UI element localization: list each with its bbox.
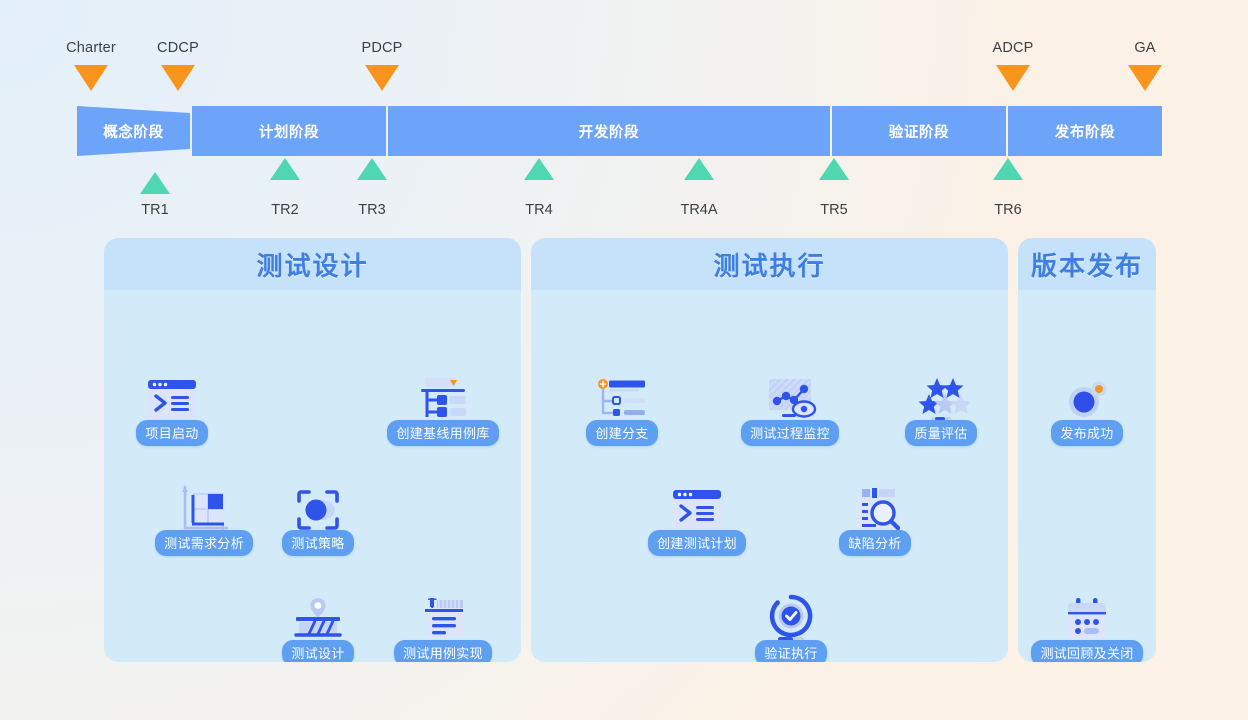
milestone-marker-triangle [996,65,1030,91]
activity-item[interactable]: 测试策略 [243,482,393,556]
phase-segment[interactable]: 开发阶段 [388,106,830,156]
activity-panel: 测试执行 创建分支 测试过程监控 质量评估 创建测试计划 缺陷分析 验证执行 [531,238,1008,662]
activity-item-label: 验证执行 [755,640,827,662]
panel-header: 测试执行 [531,238,1008,290]
activity-panel: 测试设计 项目启动 创建基线用例库 测试需求分析 测试策略 测试设计 T 测试用… [104,238,521,662]
phase-segment[interactable]: 发布阶段 [1008,106,1162,156]
activity-item-label: 测试设计 [282,640,354,662]
review-label: TR2 [271,202,299,218]
activity-item-label: 缺陷分析 [839,530,911,556]
activity-panel: 版本发布 发布成功 测试回顾及关闭 [1018,238,1156,662]
milestone-marker-triangle [74,65,108,91]
activity-item[interactable]: 缺陷分析 [800,482,950,556]
review-marker-triangle [270,158,300,180]
activity-item[interactable]: 创建分支 [547,372,697,446]
review-label: TR3 [358,202,386,218]
milestone-label: PDCP [361,40,403,56]
milestone-label: GA [1134,40,1156,56]
milestone-label: Charter [66,40,116,56]
phase-segment-label: 概念阶段 [103,124,164,141]
activity-item-label: 发布成功 [1051,420,1123,446]
phase-segment[interactable]: 验证阶段 [832,106,1006,156]
milestone-marker-triangle [1128,65,1162,91]
phase-segment-label: 计划阶段 [258,124,320,141]
panel-header: 测试设计 [104,238,521,290]
timeline-section: Charter CDCP PDCP ADCP GA 概念阶段 计划阶段 开发阶段 验证阶段 发布… [0,0,1248,228]
milestone-label: ADCP [992,40,1034,56]
review-marker-triangle [819,158,849,180]
activity-item-label: 测试需求分析 [155,530,253,556]
milestone-label: CDCP [157,40,199,56]
activity-item-label: 创建基线用例库 [387,420,499,446]
activity-item-label: 测试用例实现 [394,640,492,662]
review-label: TR6 [994,202,1022,218]
activity-item[interactable]: 创建基线用例库 [368,372,518,446]
activity-item[interactable]: 质量评估 [866,372,1008,446]
activity-item[interactable]: 验证执行 [716,592,866,662]
activity-item[interactable]: 测试过程监控 [715,372,865,446]
activity-item-label: 项目启动 [136,420,208,446]
activity-item-label: 创建测试计划 [648,530,746,556]
activity-item[interactable]: 项目启动 [104,372,247,446]
svg-text:T: T [428,595,437,611]
review-marker-triangle [357,158,387,180]
phase-segment[interactable]: 计划阶段 [192,106,386,156]
activity-item[interactable]: 发布成功 [1018,372,1156,446]
phase-segment-label: 开发阶段 [578,124,640,141]
process-timeline-infographic: Charter CDCP PDCP ADCP GA 概念阶段 计划阶段 开发阶段 验证阶段 发布… [0,0,1248,720]
review-label: TR1 [141,202,169,218]
milestone-marker-triangle [161,65,195,91]
activity-item[interactable]: T 测试用例实现 [368,592,518,662]
milestone-marker-triangle [365,65,399,91]
panel-title: 测试设计 [256,250,369,281]
panel-title: 版本发布 [1030,250,1143,281]
activity-item[interactable]: 创建测试计划 [622,482,772,556]
panel-body: 项目启动 创建基线用例库 测试需求分析 测试策略 测试设计 T 测试用例实现 [104,290,521,662]
review-label: TR4 [525,202,553,218]
panel-title: 测试执行 [713,250,826,281]
panel-body: 创建分支 测试过程监控 质量评估 创建测试计划 缺陷分析 验证执行 [531,290,1008,662]
review-marker-triangle [684,158,714,180]
activity-item-label: 测试回顾及关闭 [1031,640,1143,662]
activity-item-label: 测试过程监控 [741,420,839,446]
review-marker-triangle [140,172,170,194]
panel-body: 发布成功 测试回顾及关闭 [1018,290,1156,662]
phase-segment-label: 发布阶段 [1054,124,1116,141]
activity-item-label: 测试策略 [282,530,354,556]
activity-item-label: 质量评估 [905,420,977,446]
review-label: TR5 [820,202,848,218]
review-label: TR4A [680,202,718,218]
phase-segment[interactable]: 概念阶段 [77,106,190,156]
review-marker-triangle [524,158,554,180]
activity-item[interactable]: 测试回顾及关闭 [1018,592,1156,662]
panel-header: 版本发布 [1018,238,1156,290]
phase-bar: 概念阶段 计划阶段 开发阶段 验证阶段 发布阶段 [0,106,1248,156]
review-marker-triangle [993,158,1023,180]
phase-segment-label: 验证阶段 [888,124,950,141]
activity-item-label: 创建分支 [586,420,658,446]
